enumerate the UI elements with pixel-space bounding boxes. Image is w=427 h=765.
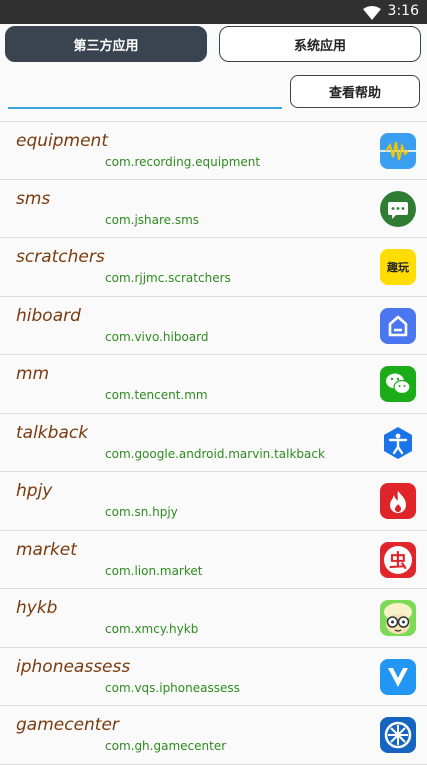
tab-bar: 第三方应用 系统应用	[5, 26, 422, 64]
accessibility-icon	[380, 425, 416, 461]
v-check-icon	[380, 658, 416, 695]
app-name: talkback	[16, 422, 89, 443]
app-package: com.gh.gamecenter	[105, 739, 227, 753]
app-row-equipment[interactable]: equipment com.recording.equipment	[0, 121, 427, 180]
app-row-talkback[interactable]: talkback com.google.android.marvin.talkb…	[0, 414, 427, 472]
app-name: equipment	[16, 131, 108, 151]
app-row-hiboard[interactable]: hiboard com.vivo.hiboard	[0, 297, 427, 355]
app-package: com.google.android.marvin.talkback	[105, 446, 325, 461]
app-package: com.lion.market	[105, 563, 203, 578]
app-name: sms	[16, 188, 51, 209]
search-input[interactable]	[8, 78, 282, 108]
status-bar: 3:16	[0, 0, 427, 24]
app-row-scratchers[interactable]: scratchers com.rjjmc.scratchers 趣玩	[0, 238, 427, 297]
app-row-sms[interactable]: sms com.jshare.sms	[0, 180, 427, 238]
app-package: com.vqs.iphoneassess	[105, 680, 240, 695]
chong-icon: 虫	[380, 541, 416, 578]
tab-third-party-apps[interactable]: 第三方应用	[5, 26, 207, 62]
help-button[interactable]: 查看帮助	[290, 75, 420, 108]
status-time: 3:16	[387, 3, 419, 19]
app-package: com.recording.equipment	[105, 155, 261, 169]
search-underline	[8, 107, 282, 109]
flame-icon	[380, 483, 416, 519]
app-name: mm	[16, 364, 50, 384]
wechat-icon	[380, 366, 416, 402]
app-row-hpjy[interactable]: hpjy com.sn.hpjy	[0, 472, 427, 531]
chat-bubble-icon	[380, 190, 416, 227]
app-name: scratchers	[16, 247, 105, 267]
game-wheel-icon	[380, 717, 416, 753]
app-package: com.tencent.mm	[105, 388, 208, 402]
app-package: com.rjjmc.scratchers	[105, 271, 231, 285]
app-name: hykb	[16, 598, 58, 618]
app-list: equipment com.recording.equipment sms co…	[0, 121, 427, 765]
app-name: market	[16, 539, 77, 560]
app-package: com.xmcy.hykb	[105, 622, 199, 636]
app-row-mm[interactable]: mm com.tencent.mm	[0, 355, 427, 414]
home-icon	[380, 307, 416, 344]
app-name: hpjy	[16, 481, 53, 501]
app-row-hykb[interactable]: hykb com.xmcy.hykb	[0, 589, 427, 648]
app-row-gamecenter[interactable]: gamecenter com.gh.gamecenter	[0, 706, 427, 765]
app-name: hiboard	[16, 305, 81, 326]
tab-system-apps[interactable]: 系统应用	[219, 26, 421, 62]
app-package: com.vivo.hiboard	[105, 329, 209, 344]
app-name: gamecenter	[16, 715, 119, 735]
wifi-icon	[363, 6, 381, 20]
cartoon-face-icon	[380, 600, 416, 636]
recorder-waveform-icon	[380, 133, 416, 169]
app-package: com.jshare.sms	[105, 212, 200, 227]
app-row-market[interactable]: market com.lion.market 虫	[0, 531, 427, 589]
quwan-icon: 趣玩	[380, 249, 416, 285]
app-name: iphoneassess	[16, 656, 131, 677]
app-package: com.sn.hpjy	[105, 505, 178, 519]
app-row-iphoneassess[interactable]: iphoneassess com.vqs.iphoneassess	[0, 648, 427, 706]
